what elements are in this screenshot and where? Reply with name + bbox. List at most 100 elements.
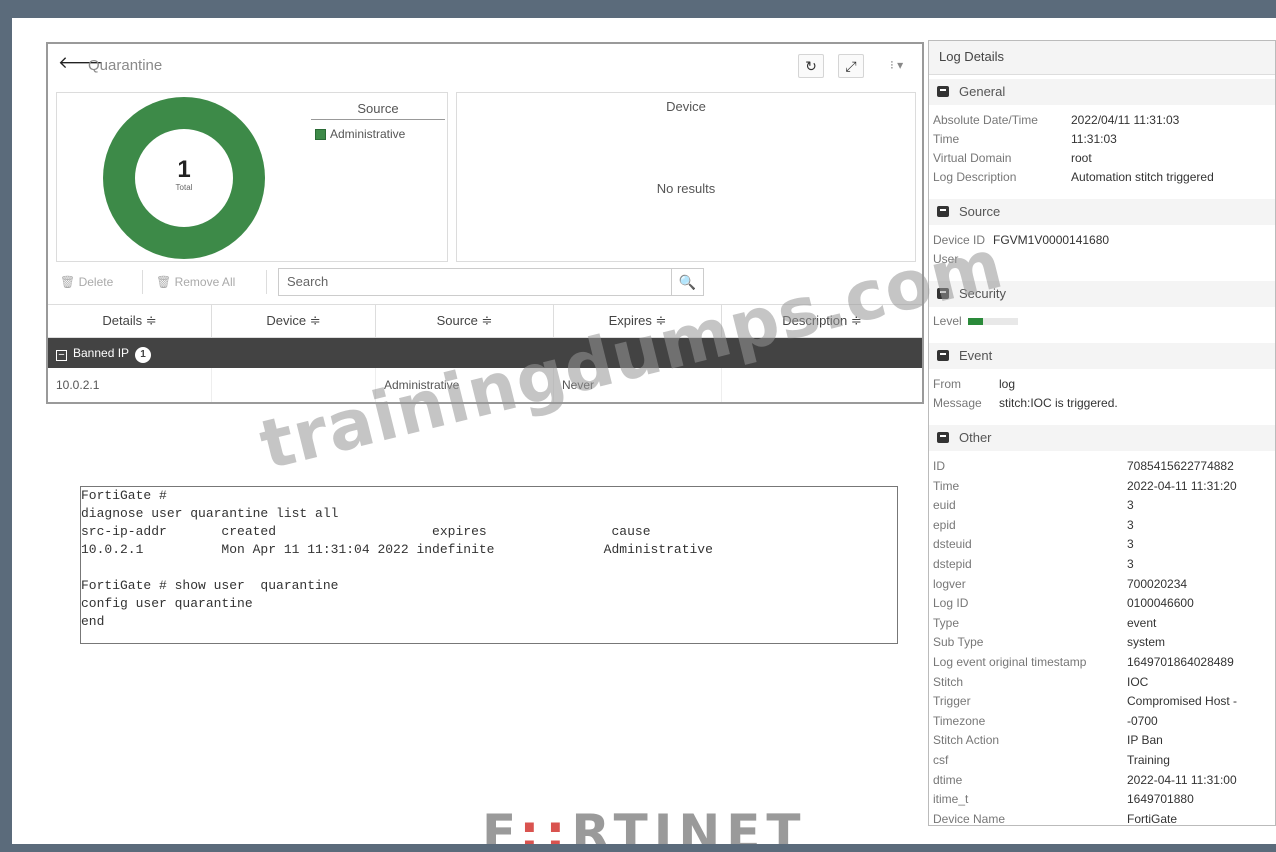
cli-line: diagnose user quarantine list all: [81, 506, 339, 521]
field-key: Trigger: [933, 694, 971, 709]
field-value: 700020234: [1127, 576, 1188, 591]
field-key: itime_t: [933, 792, 969, 807]
field-key: Device Name: [933, 811, 1006, 826]
external-link-icon[interactable]: ⤢: [838, 54, 864, 78]
screenshot-canvas: 🡐 Quarantine ↻ ⤢ ⁝ ▾ 1 Total Source Admi…: [12, 18, 1276, 844]
field-virtual-domain: Virtual Domain root: [933, 151, 1092, 165]
field-key: Type: [933, 615, 960, 630]
field-key: csf: [933, 753, 949, 767]
field-value: system: [1127, 635, 1166, 650]
field-value: 3: [1127, 498, 1134, 513]
field-value: 3: [1127, 517, 1134, 532]
section-icon: [937, 86, 949, 97]
field-value: 3: [1127, 557, 1134, 571]
field-value: 2022-04-11 11:31:20: [1127, 478, 1237, 493]
field-value: 2022-04-11 11:31:00: [1127, 772, 1237, 787]
delete-button[interactable]: 🗑 Delete: [56, 270, 113, 294]
field-message: Message stitch:IOC is triggered.: [933, 396, 1118, 410]
field-from: From log: [933, 377, 1016, 391]
cli-line: src-ip-addr created expires cause: [81, 524, 651, 539]
donut-chart: 1 Total: [103, 97, 265, 259]
section-title: Source: [959, 204, 1001, 219]
section-icon: [937, 206, 949, 217]
field-value: 1649701864028489: [1127, 655, 1234, 669]
field-time: Time 11:31:03: [933, 132, 1117, 146]
group-label: Banned IP: [73, 346, 130, 360]
search-input[interactable]: Search: [278, 268, 672, 296]
collapse-icon[interactable]: −: [56, 350, 67, 361]
donut-center: 1 Total: [135, 129, 233, 227]
section-icon: [937, 432, 949, 443]
field-key: ID: [933, 459, 945, 473]
field-key: dtime: [933, 772, 963, 787]
field-key: euid: [933, 498, 956, 513]
field-value: -0700: [1127, 713, 1158, 728]
field-key: Log event original timestamp: [933, 655, 1087, 669]
column-header-details[interactable]: Details ≑: [48, 305, 212, 337]
field-value: 7085415622774882: [1127, 459, 1234, 473]
remove-all-button[interactable]: 🗑 Remove All: [152, 270, 235, 294]
field-value: 1649701880: [1127, 792, 1194, 807]
column-header-source[interactable]: Source ≑: [376, 305, 554, 337]
field-key: Time: [933, 478, 960, 493]
cli-line: FortiGate #: [81, 488, 167, 503]
field-key: logver: [933, 576, 966, 591]
delete-label: Delete: [78, 275, 114, 289]
cell-description: [722, 368, 922, 402]
count-badge: 1: [135, 347, 152, 363]
section-title: Event: [959, 348, 993, 363]
field-key: epid: [933, 517, 956, 532]
field-key: Log ID: [933, 596, 969, 611]
source-summary-card: 1 Total Source Administrative: [56, 92, 448, 262]
more-menu-icon[interactable]: ⁝ ▾: [890, 58, 903, 72]
page-title: Quarantine: [88, 57, 163, 74]
legend-item[interactable]: Administrative: [315, 127, 405, 141]
section-icon: [937, 350, 949, 361]
cli-line: 10.0.2.1 Mon Apr 11 11:31:04 2022 indefi…: [81, 542, 713, 557]
level-bar-fill: [967, 318, 983, 326]
legend-swatch: [315, 128, 326, 140]
field-key: dsteuid: [933, 537, 972, 552]
donut-total-count: 1: [177, 156, 191, 183]
field-value: IP Ban: [1127, 733, 1163, 748]
back-arrow-icon[interactable]: 🡐: [58, 54, 104, 72]
field-key: dstepid: [933, 557, 972, 571]
fortinet-logo: F::RTINET: [482, 804, 807, 844]
cli-line: FortiGate # show user quarantine: [81, 578, 339, 593]
field-key: Stitch: [933, 674, 964, 689]
device-summary-card: Device No results: [456, 92, 916, 262]
source-title: Source: [311, 101, 445, 120]
refresh-icon[interactable]: ↻: [798, 54, 824, 78]
field-value: 0100046600: [1127, 596, 1194, 611]
field-value: IOC: [1127, 674, 1149, 689]
section-source[interactable]: Source: [929, 199, 1275, 225]
toolbar-divider: [142, 270, 143, 294]
cli-line: end: [81, 614, 105, 629]
donut-total-label: Total: [175, 183, 193, 192]
section-general[interactable]: General: [929, 79, 1275, 105]
remove-all-label: Remove All: [174, 275, 236, 289]
field-value: 3: [1127, 537, 1134, 552]
section-title: Other: [959, 430, 992, 445]
field-key: Stitch Action: [933, 733, 1000, 748]
section-event[interactable]: Event: [929, 343, 1275, 369]
cli-line: config user quarantine: [81, 596, 253, 611]
quarantine-header: 🡐 Quarantine ↻ ⤢ ⁝ ▾: [48, 44, 922, 90]
cli-output: FortiGate # diagnose user quarantine lis…: [80, 486, 898, 644]
field-absolute-date-time: Absolute Date/Time 2022/04/11 11:31:03: [933, 113, 1180, 127]
search-icon[interactable]: 🔍: [672, 268, 704, 296]
field-key: Timezone: [933, 713, 986, 728]
legend-label: Administrative: [330, 127, 406, 141]
log-details-title: Log Details: [929, 41, 1275, 75]
section-title: General: [959, 84, 1006, 99]
device-title: Device: [666, 99, 706, 114]
field-key: Sub Type: [933, 635, 984, 650]
field-value: Compromised Host -: [1127, 694, 1238, 709]
log-details-panel: Log Details General Absolute Date/Time 20…: [928, 40, 1276, 826]
field-log-description: Log Description Automation stitch trigger…: [933, 170, 1214, 184]
field-value: FortiGate: [1127, 811, 1178, 826]
level-bar: [967, 318, 1018, 326]
section-other[interactable]: Other: [929, 425, 1275, 451]
field-value: event: [1127, 615, 1157, 630]
column-header-device[interactable]: Device ≑: [212, 305, 376, 337]
